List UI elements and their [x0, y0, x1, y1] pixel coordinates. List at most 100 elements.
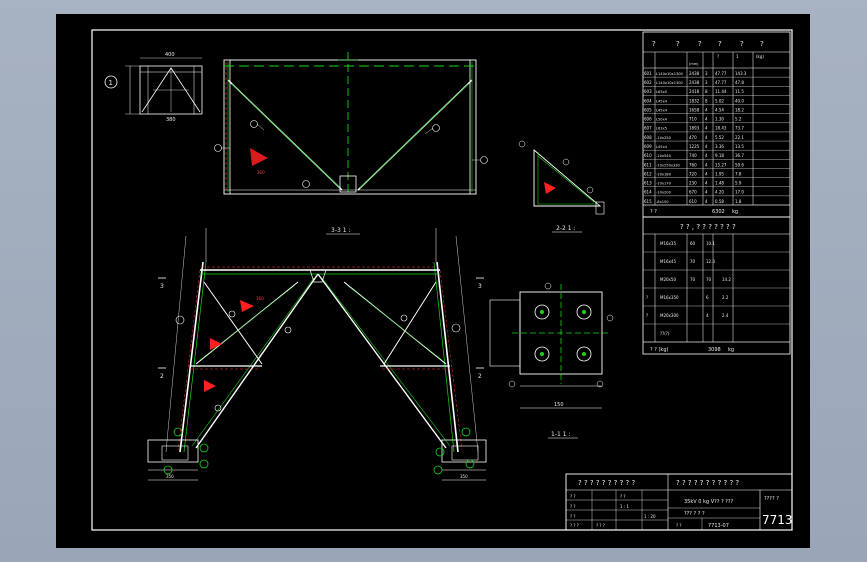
parts-cell: 5.9: [735, 181, 742, 186]
parts-cell: 4: [705, 135, 708, 140]
parts-cell: -10x180: [656, 172, 672, 176]
parts-cell: 22.1: [735, 135, 744, 140]
tb-stamp: ???? ?: [764, 496, 779, 502]
bolts-cell: M20x300: [660, 313, 679, 318]
bolts-total-unit: kg: [728, 347, 734, 353]
parts-table: ? ? ? ? ? ? ? 1 (kg) (mm) 601 L140x10x130…: [642, 31, 791, 218]
parts-header-col-4: ?: [718, 40, 722, 48]
bolts-cell: 70: [706, 277, 712, 282]
view-1-1: 150 1-1 1 :: [489, 282, 614, 439]
parts-cell: 604: [644, 98, 652, 103]
parts-subheader-kg: (kg): [756, 54, 764, 59]
parts-cell: 4: [705, 144, 708, 149]
bolts-cell: M16x350: [660, 295, 679, 300]
parts-cell: 0.58: [715, 199, 724, 204]
parts-cell: 4: [705, 107, 708, 112]
tb-row3-c: 1 : 20: [644, 514, 656, 519]
tb-project-1: 35kV 0 kg V?? ? ???: [684, 499, 734, 505]
svg-text:300: 300: [257, 170, 265, 175]
parts-cell: L45x4: [656, 145, 668, 149]
parts-cell: 720: [689, 171, 697, 176]
parts-cell: 4: [705, 171, 708, 176]
section-mark-2-right: 2: [478, 373, 482, 380]
dim-base-right: 350: [460, 474, 468, 479]
section-mark-3-right: 3: [478, 283, 482, 290]
parts-cell: 1225: [689, 144, 700, 149]
parts-cell: 18.2: [735, 107, 744, 112]
parts-cell: 614: [644, 190, 652, 195]
view-2-2-label: 2-2 1 :: [556, 225, 575, 232]
parts-cell: 4.20: [715, 190, 724, 195]
main-frame: 160 350 350 3 3 2 2: [147, 228, 487, 481]
parts-cell: 9.18: [715, 153, 724, 158]
svg-text:160: 160: [256, 296, 264, 301]
parts-cell: -10x200: [656, 191, 672, 195]
parts-cell: 5.52: [715, 135, 724, 140]
parts-cell: 615: [644, 199, 652, 204]
parts-cell: L50x4: [656, 118, 668, 122]
parts-cell: 36.7: [735, 153, 744, 158]
parts-cell: 710: [689, 117, 697, 122]
parts-cell: 47.77: [715, 80, 727, 85]
bolts-table-rows: M16x35 60 10.1 M16x45 70 12.3 M20x50 70 70 14.2? M…: [643, 241, 790, 343]
bolts-cell: 14.2: [722, 277, 731, 282]
tb-project-2: ??? ? ? ?: [684, 511, 705, 517]
parts-cell: 59.6: [735, 162, 744, 167]
parts-cell: L140x10x1300: [656, 81, 684, 85]
parts-cell: 3: [705, 80, 708, 85]
tb-row1-a: ? ?: [570, 494, 576, 499]
parts-subheader-mm: (mm): [689, 62, 699, 66]
bolts-cell: M20x50: [660, 277, 676, 282]
dim-top-width: 400: [165, 52, 175, 58]
bolts-cell: 2.2: [722, 295, 729, 300]
tb-row2-c: 1 : 1: [620, 504, 629, 509]
parts-subheader-unit: 1: [736, 54, 739, 59]
parts-cell: 740: [689, 153, 697, 158]
view-1-1-label: 1-1 1 :: [551, 431, 570, 438]
parts-cell: 3.36: [715, 144, 724, 149]
parts-header-col-6: ?: [760, 40, 764, 48]
parts-cell: 4: [705, 117, 708, 122]
parts-cell: L63x5: [656, 90, 667, 94]
parts-cell: 4: [705, 199, 708, 204]
parts-cell: 2418: [689, 89, 700, 94]
cad-drawing: 1 400 380 300 3-3 1: 2-2 1: 160 350 35…: [91, 29, 793, 531]
tb-row1-b: ? ?: [620, 494, 626, 499]
bolts-cell: ?: [646, 313, 648, 318]
parts-cell: L45x4: [656, 108, 668, 112]
parts-cell: 3: [705, 71, 708, 76]
parts-cell: 5.02: [715, 98, 724, 103]
parts-cell: 608: [644, 135, 652, 140]
parts-cell: 230: [689, 181, 697, 186]
parts-total-value: 6302: [712, 209, 725, 215]
parts-cell: 47.8: [735, 80, 744, 85]
dim-plate-width: 150: [554, 402, 564, 408]
parts-total-unit: kg: [732, 209, 738, 215]
parts-cell: -10x250: [656, 136, 672, 140]
bolts-table: ? ? , ? ? ? ? ? ? ? M16x35 60 10.1 M16x45 70…: [642, 216, 791, 355]
parts-cell: 610: [689, 199, 697, 204]
tb-row2-a: ? ?: [570, 504, 576, 509]
parts-cell: 1.95: [715, 171, 724, 176]
view-2-2: 2-2 1 :: [518, 140, 605, 233]
bolts-cell: M16x45: [660, 259, 676, 264]
parts-cell: -8x150: [656, 200, 669, 204]
parts-cell: 47.77: [715, 71, 727, 76]
parts-cell: 4.54: [715, 107, 724, 112]
parts-cell: 607: [644, 126, 652, 131]
parts-cell: L45x4: [656, 99, 668, 103]
parts-header-col-1: ?: [652, 40, 656, 48]
bolts-total-label: ? ? (kg): [650, 347, 669, 353]
bolts-cell: 10.1: [706, 241, 715, 246]
parts-cell: 11.44: [715, 89, 727, 94]
parts-cell: 613: [644, 181, 652, 186]
parts-cell: 4: [705, 181, 708, 186]
parts-cell: 1832: [689, 98, 700, 103]
parts-cell: 605: [644, 107, 652, 112]
parts-cell: 1658: [689, 107, 700, 112]
section-mark-3-left: 3: [160, 283, 164, 290]
parts-cell: 17.0: [735, 190, 744, 195]
tb-drawing-no: 7713-07: [708, 523, 729, 529]
parts-cell: 11.5: [735, 89, 744, 94]
parts-cell: 610: [644, 153, 652, 158]
